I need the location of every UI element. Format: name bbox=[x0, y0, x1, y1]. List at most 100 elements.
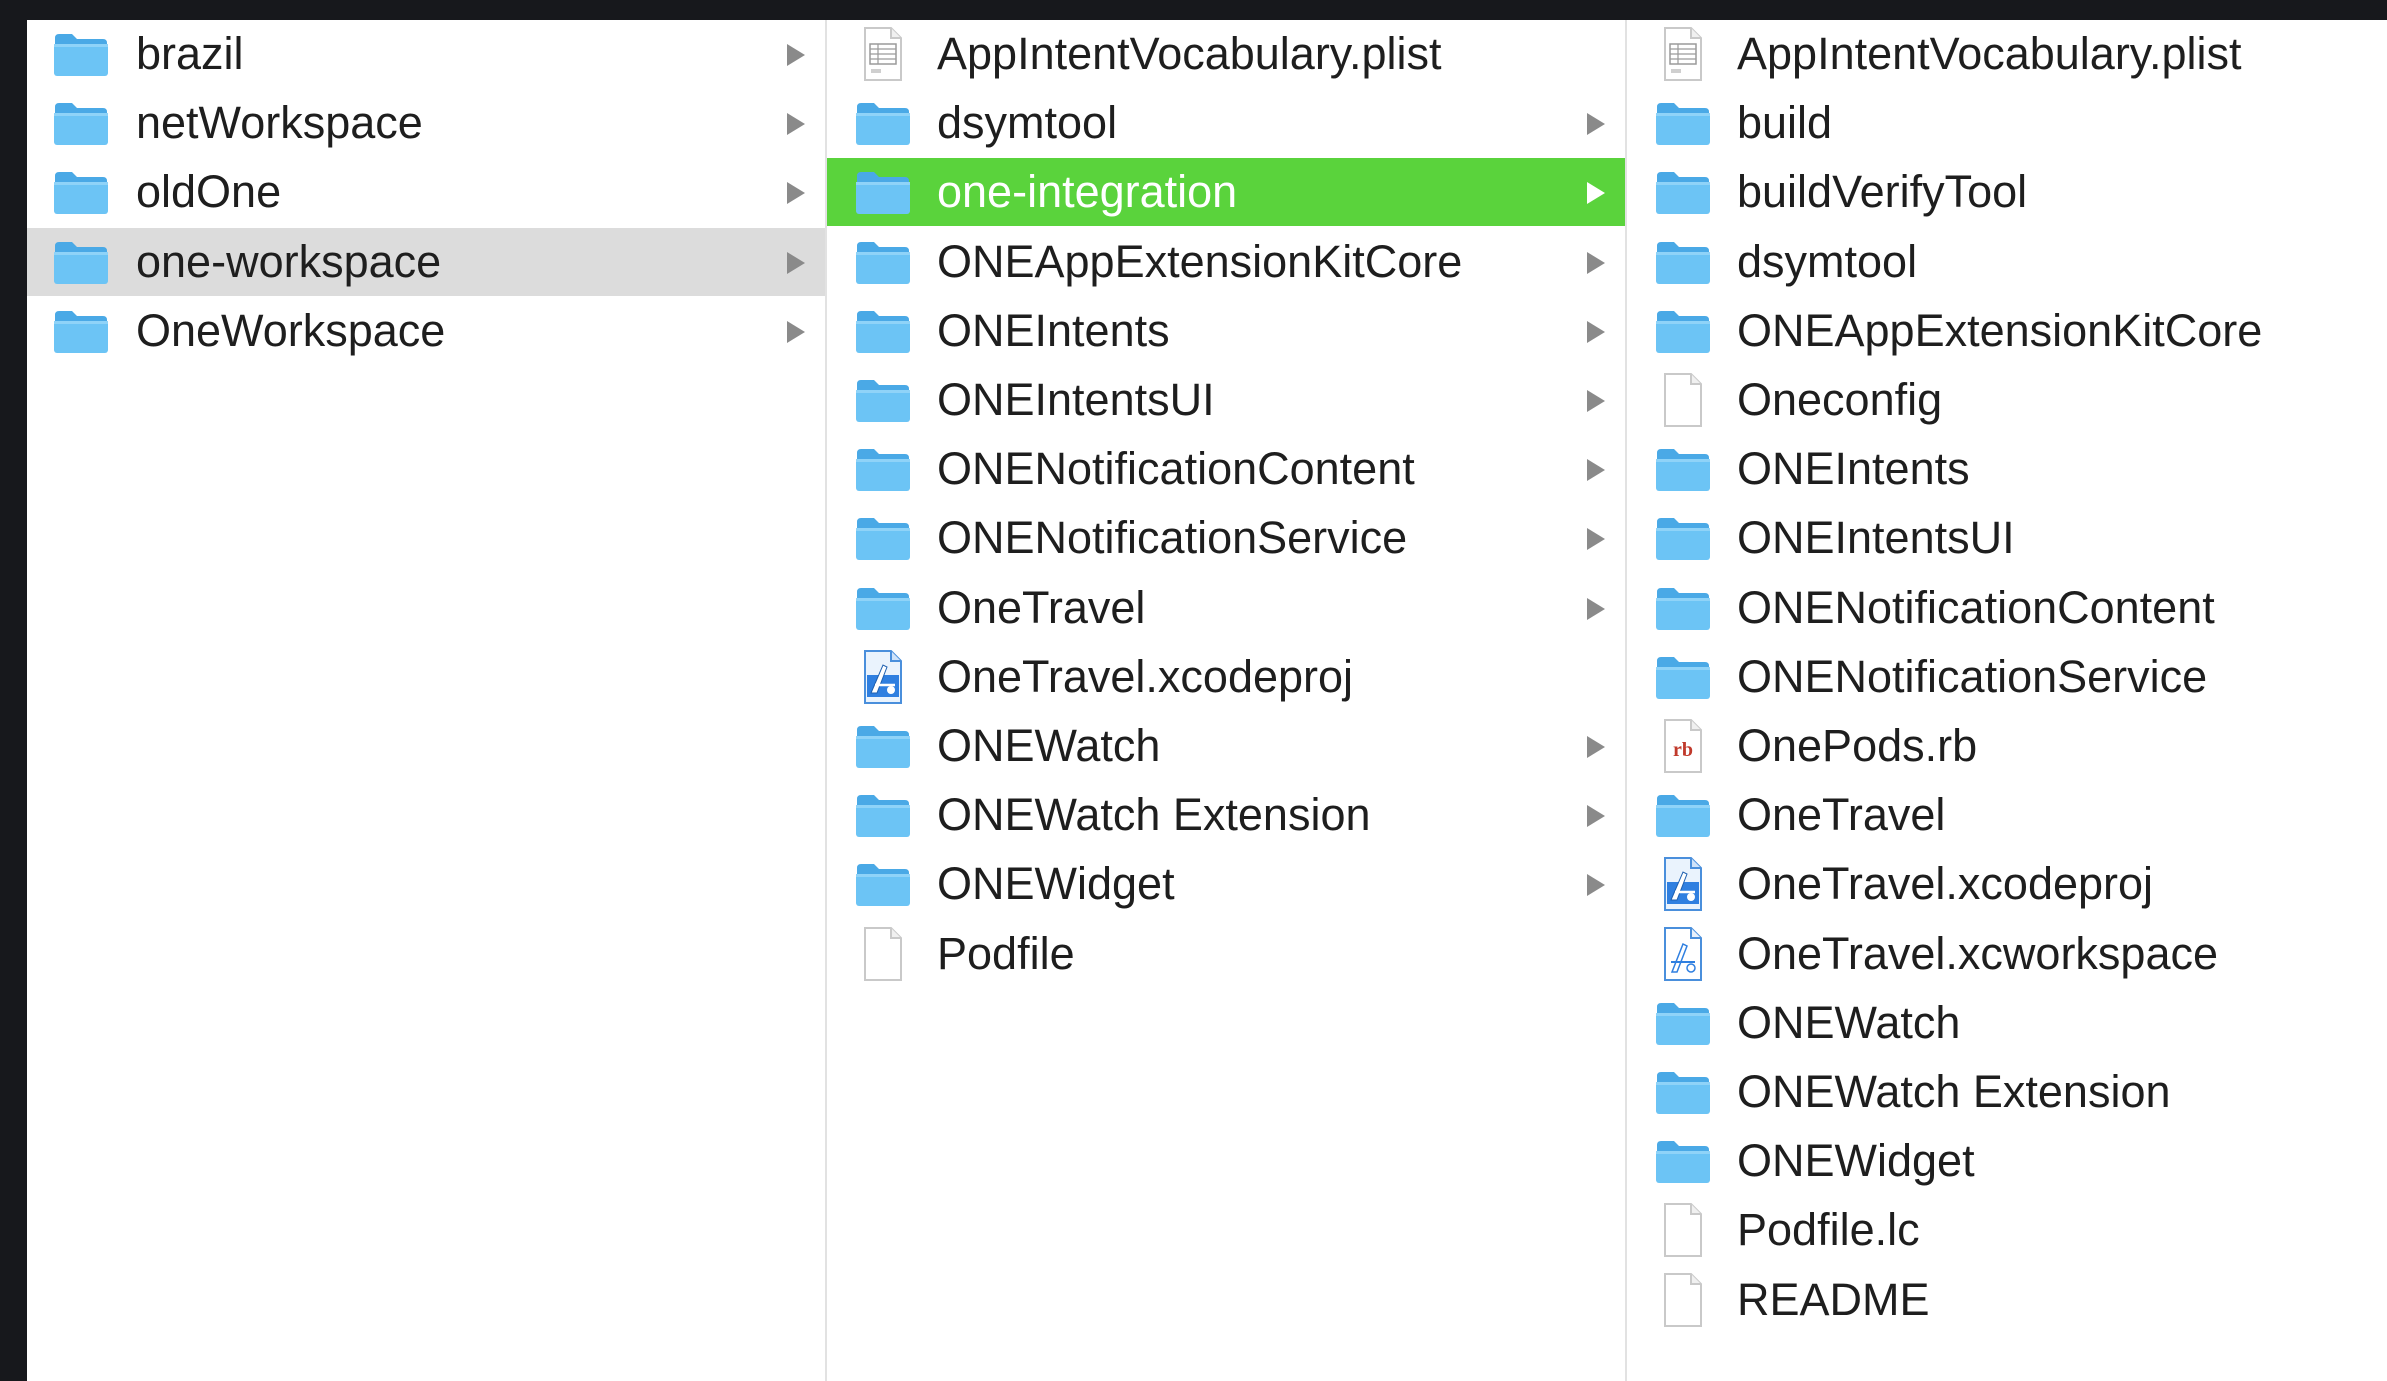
column-2-item[interactable]: dsymtool bbox=[827, 89, 1625, 157]
item-label: OneTravel bbox=[1737, 789, 1946, 841]
item-label: ONEWidget bbox=[937, 858, 1175, 910]
item-label: ONEAppExtensionKitCore bbox=[1737, 304, 2263, 356]
disclosure-arrow-icon bbox=[1587, 597, 1605, 620]
column-2-item[interactable]: OneTravel bbox=[827, 574, 1625, 642]
column-2-item[interactable]: ONEAppExtensionKitCore bbox=[827, 228, 1625, 296]
item-label: build bbox=[1737, 97, 1833, 149]
item-label: ONENotificationContent bbox=[1737, 581, 2215, 633]
folder-icon bbox=[1651, 1064, 1715, 1120]
folder-icon bbox=[1651, 234, 1715, 290]
column-1-item[interactable]: one-workspace bbox=[27, 227, 825, 296]
column-1-item[interactable]: brazil bbox=[27, 20, 825, 88]
column-3-item[interactable]: ONEAppExtensionKitCore bbox=[1627, 297, 2387, 365]
folder-icon bbox=[1651, 510, 1715, 566]
column-3-item[interactable]: build bbox=[1627, 89, 2387, 157]
column-3-item[interactable]: README bbox=[1627, 1266, 2387, 1334]
column-2-item[interactable]: ONEIntents bbox=[827, 297, 1625, 365]
column-2-item[interactable]: ONEWatch bbox=[827, 712, 1625, 780]
column-2[interactable]: AppIntentVocabulary.plist dsymtool one-int… bbox=[827, 20, 1627, 1381]
item-label: OneTravel bbox=[937, 581, 1146, 633]
column-3-item[interactable]: buildVerifyTool bbox=[1627, 158, 2387, 226]
item-label: OneTravel.xcworkspace bbox=[1737, 927, 2219, 979]
column-2-item[interactable]: Podfile bbox=[827, 920, 1625, 988]
column-3-item[interactable]: ONEWatch Extension bbox=[1627, 1058, 2387, 1126]
blank-file-icon bbox=[1651, 372, 1715, 428]
folder-icon bbox=[851, 234, 915, 290]
column-1[interactable]: brazil netWorkspace oldOne one-workspace One… bbox=[27, 20, 827, 1381]
item-label: OneWorkspace bbox=[136, 304, 446, 356]
disclosure-arrow-icon bbox=[1587, 528, 1605, 551]
disclosure-arrow-icon bbox=[1587, 736, 1605, 758]
column-3-item[interactable]: OneTravel bbox=[1627, 781, 2387, 849]
item-label: brazil bbox=[136, 28, 244, 79]
item-label: README bbox=[1737, 1273, 1930, 1325]
disclosure-arrow-icon bbox=[1587, 251, 1605, 274]
item-label: ONEIntents bbox=[937, 304, 1170, 356]
plist-file-icon bbox=[1651, 26, 1715, 82]
folder-icon bbox=[851, 441, 915, 497]
disclosure-arrow-icon bbox=[787, 113, 805, 136]
column-3-item[interactable]: AppIntentVocabulary.plist bbox=[1627, 20, 2387, 88]
column-1-item[interactable]: oldOne bbox=[27, 158, 825, 226]
item-label: AppIntentVocabulary.plist bbox=[1737, 28, 2242, 79]
column-3-item[interactable]: dsymtool bbox=[1627, 228, 2387, 296]
column-3-item[interactable]: Oneconfig bbox=[1627, 366, 2387, 434]
folder-icon bbox=[1651, 1133, 1715, 1189]
column-2-item[interactable]: OneTravel.xcodeproj bbox=[827, 643, 1625, 711]
item-label: buildVerifyTool bbox=[1737, 166, 2028, 218]
folder-icon bbox=[851, 510, 915, 566]
column-2-item[interactable]: one-integration bbox=[827, 158, 1625, 227]
folder-icon bbox=[49, 303, 113, 359]
item-label: netWorkspace bbox=[136, 97, 423, 149]
disclosure-arrow-icon bbox=[787, 182, 805, 205]
column-3-item[interactable]: ONEIntentsUI bbox=[1627, 504, 2387, 572]
column-2-item[interactable]: ONEIntentsUI bbox=[827, 366, 1625, 434]
plist-file-icon bbox=[851, 26, 915, 82]
column-3-item[interactable]: ONEWatch bbox=[1627, 989, 2387, 1057]
item-label: one-integration bbox=[937, 166, 1238, 218]
item-label: ONEIntents bbox=[1737, 443, 1970, 495]
folder-icon bbox=[1651, 95, 1715, 151]
item-label: ONENotificationService bbox=[1737, 650, 2208, 702]
column-2-item[interactable]: ONENotificationContent bbox=[827, 435, 1625, 503]
folder-icon bbox=[49, 234, 113, 290]
column-3-item[interactable]: OneTravel.xcodeproj bbox=[1627, 850, 2387, 918]
disclosure-arrow-icon bbox=[1587, 113, 1605, 136]
column-2-item[interactable]: ONEWidget bbox=[827, 850, 1625, 918]
folder-icon bbox=[851, 718, 915, 774]
column-2-item[interactable]: ONEWatch Extension bbox=[827, 781, 1625, 849]
item-label: ONEWatch Extension bbox=[937, 789, 1371, 841]
item-label: OneTravel.xcodeproj bbox=[1737, 858, 2154, 910]
folder-icon bbox=[851, 164, 915, 220]
column-2-item[interactable]: ONENotificationService bbox=[827, 504, 1625, 572]
column-3-item[interactable]: OneTravel.xcworkspace bbox=[1627, 920, 2387, 988]
column-3-item[interactable]: Podfile.lc bbox=[1627, 1196, 2387, 1264]
xcodeproj-icon bbox=[851, 649, 915, 705]
column-1-item[interactable]: netWorkspace bbox=[27, 89, 825, 157]
item-label: ONEAppExtensionKitCore bbox=[937, 235, 1463, 287]
folder-icon bbox=[851, 856, 915, 912]
item-label: ONEWatch Extension bbox=[1737, 1066, 2171, 1117]
column-3-item[interactable]: ONENotificationContent bbox=[1627, 574, 2387, 642]
item-label: ONEWidget bbox=[1737, 1135, 1975, 1187]
column-1-item[interactable]: OneWorkspace bbox=[27, 297, 825, 365]
column-2-item[interactable]: AppIntentVocabulary.plist bbox=[827, 20, 1625, 88]
item-label: one-workspace bbox=[136, 235, 442, 287]
column-3[interactable]: AppIntentVocabulary.plist build buildVerif… bbox=[1627, 20, 2387, 1381]
item-label: Podfile.lc bbox=[1737, 1204, 1920, 1256]
column-3-item[interactable]: rb OnePods.rb bbox=[1627, 712, 2387, 780]
disclosure-arrow-icon bbox=[1587, 874, 1605, 897]
folder-icon bbox=[49, 26, 113, 82]
item-label: ONENotificationService bbox=[937, 512, 1408, 564]
column-3-item[interactable]: ONENotificationService bbox=[1627, 643, 2387, 711]
folder-icon bbox=[49, 164, 113, 220]
folder-icon bbox=[1651, 995, 1715, 1051]
disclosure-arrow-icon bbox=[787, 251, 805, 274]
folder-icon bbox=[851, 787, 915, 843]
folder-icon bbox=[851, 580, 915, 636]
folder-icon bbox=[1651, 441, 1715, 497]
column-3-item[interactable]: ONEIntents bbox=[1627, 435, 2387, 503]
item-label: ONEWatch bbox=[1737, 996, 1961, 1048]
column-3-item[interactable]: ONEWidget bbox=[1627, 1127, 2387, 1195]
disclosure-arrow-icon bbox=[1587, 182, 1605, 205]
